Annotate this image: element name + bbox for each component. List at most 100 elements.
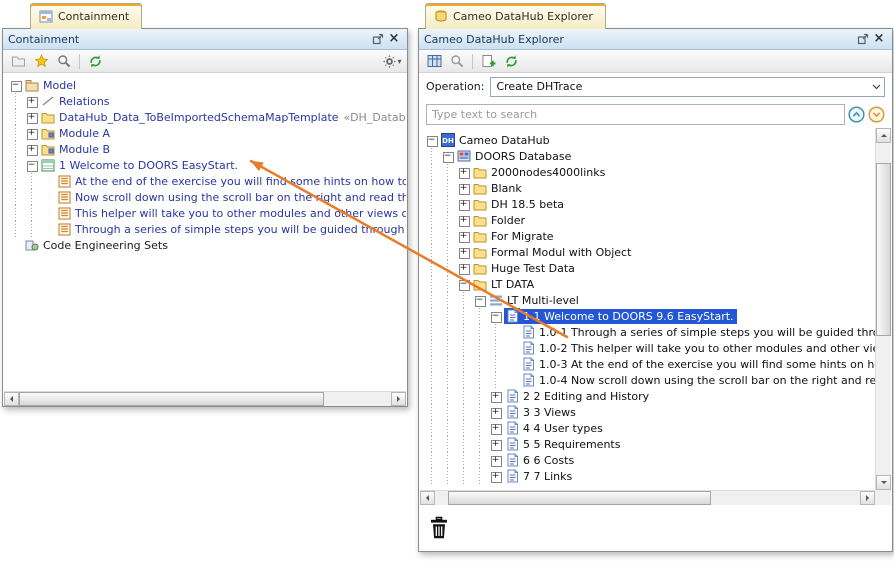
scrollbar-thumb[interactable] [448,491,712,505]
expand-icon[interactable] [488,468,504,484]
tree-item[interactable]: 1 1 Welcome to DOORS 9.6 EasyStart. [420,308,875,324]
expand-icon[interactable] [456,260,472,276]
collapse-icon[interactable] [488,308,504,324]
collapse-icon[interactable] [424,132,440,148]
tree-item[interactable]: 2 2 Editing and History [420,388,875,404]
tree-guide [440,420,456,436]
vertical-scrollbar[interactable] [875,128,891,490]
tree-item[interactable]: Blank [420,180,875,196]
expand-icon[interactable] [488,388,504,404]
tree-item[interactable]: This helper will take you to other modul… [4,205,406,221]
tree-item[interactable]: DH 18.5 beta [420,196,875,212]
tree-item[interactable]: LT DATA [420,276,875,292]
collapse-icon[interactable] [456,276,472,292]
expand-icon[interactable] [456,164,472,180]
expand-icon[interactable] [456,196,472,212]
tree-guide [8,125,24,141]
tree-item[interactable]: For Migrate [420,228,875,244]
tree-item[interactable]: 5 5 Requirements [420,436,875,452]
float-window-icon[interactable] [855,31,871,47]
collapse-icon[interactable] [472,292,488,308]
expand-icon[interactable] [456,228,472,244]
datahub-sources-button[interactable] [424,52,444,71]
expand-icon[interactable] [456,180,472,196]
search-button[interactable] [54,52,74,71]
settings-button[interactable]: ▾ [382,52,402,71]
tree-item[interactable]: Model [4,77,406,93]
search-previous-button[interactable] [848,106,865,123]
expand-icon[interactable] [24,93,40,109]
search-next-button[interactable] [868,106,885,123]
horizontal-scrollbar[interactable] [420,490,875,505]
tree-item-label: LT Multi-level [504,293,582,308]
tree-item[interactable]: 1.0-4 Now scroll down using the scroll b… [420,372,875,388]
expand-icon[interactable] [24,141,40,157]
scrollbar-track[interactable] [876,143,891,475]
close-icon[interactable]: × [386,31,402,47]
scroll-up-button[interactable] [876,128,891,143]
tree-item[interactable]: DHCameo DataHub [420,132,875,148]
expand-icon[interactable] [24,125,40,141]
search-input[interactable] [426,104,845,125]
scroll-right-button[interactable] [391,392,406,406]
tree-item[interactable]: LT Multi-level [420,292,875,308]
tree-item[interactable]: 6 6 Costs [420,452,875,468]
tree-item[interactable]: Folder [420,212,875,228]
scrollbar-thumb[interactable] [876,163,891,336]
tree-item[interactable]: DataHub_Data_ToBeImportedSchemaMapTempla… [4,109,406,125]
scrollbar-track[interactable] [19,392,391,406]
tree-item-label: 1 1 Welcome to DOORS 9.6 EasyStart. [520,309,737,324]
tree-item[interactable]: 7 7 Links [420,468,875,484]
add-schema-button[interactable] [478,52,498,71]
collapse-icon[interactable] [8,77,24,93]
tree-item[interactable]: Relations [4,93,406,109]
favorites-button[interactable] [31,52,51,71]
tree-item[interactable]: 2000nodes4000links [420,164,875,180]
tree-item[interactable]: Formal Modul with Object [420,244,875,260]
tree-item[interactable]: 1.0-2 This helper will take you to other… [420,340,875,356]
horizontal-scrollbar[interactable] [4,391,406,406]
refresh-button[interactable] [501,52,521,71]
tree-item-label: 1 Welcome to DOORS EasyStart. [56,158,241,173]
expand-icon[interactable] [488,436,504,452]
close-icon[interactable]: × [871,31,887,47]
scrollbar-thumb[interactable] [19,392,324,406]
tree-item[interactable]: Code Engineering Sets [4,237,406,253]
expand-icon[interactable] [24,109,40,125]
tab-datahub-explorer[interactable]: Cameo DataHub Explorer [425,3,606,29]
sync-datahub-button[interactable] [85,52,105,71]
scroll-down-button[interactable] [876,475,891,490]
collapse-icon[interactable] [440,148,456,164]
scroll-right-button[interactable] [860,491,875,505]
expand-icon[interactable] [488,404,504,420]
expand-icon[interactable] [488,452,504,468]
tree-guide [456,452,472,468]
expand-icon[interactable] [456,244,472,260]
search-button[interactable] [447,52,467,71]
tree-item[interactable]: Through a series of simple steps you wil… [4,221,406,237]
chevron-down-icon [868,84,884,90]
tree-item[interactable]: 1.0-1 Through a series of simple steps y… [420,324,875,340]
collapse-icon[interactable] [24,157,40,173]
scrollbar-track[interactable] [435,491,860,505]
tree-guide [440,356,456,372]
tree-item[interactable]: 4 4 User types [420,420,875,436]
tree-item[interactable]: Module B [4,141,406,157]
tree-item[interactable]: Now scroll down using the scroll bar on … [4,189,406,205]
tree-item[interactable]: 3 3 Views [420,404,875,420]
float-window-icon[interactable] [370,31,386,47]
tree-item[interactable]: 1.0-3 At the end of the exercise you wil… [420,356,875,372]
delete-trash-icon[interactable] [429,516,449,540]
open-diagram-button[interactable] [8,52,28,71]
tree-item[interactable]: DOORS Database [420,148,875,164]
tab-containment[interactable]: Containment [30,3,142,29]
scroll-left-button[interactable] [420,491,435,505]
tree-item[interactable]: At the end of the exercise you will find… [4,173,406,189]
scroll-left-button[interactable] [4,392,19,406]
tree-item[interactable]: 1 Welcome to DOORS EasyStart. [4,157,406,173]
tree-item[interactable]: Module A [4,125,406,141]
expand-icon[interactable] [456,212,472,228]
expand-icon[interactable] [488,420,504,436]
operation-select[interactable]: Create DHTrace [490,77,885,97]
tree-item[interactable]: Huge Test Data [420,260,875,276]
